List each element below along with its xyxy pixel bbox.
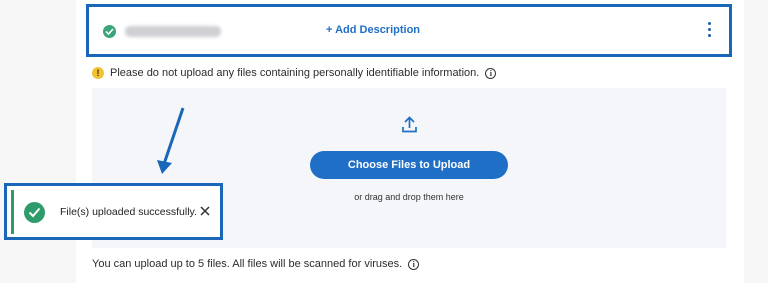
- annotation-arrow-icon: [157, 107, 185, 174]
- add-description-link[interactable]: + Add Description: [326, 24, 420, 36]
- pii-warning: ! Please do not upload any files contain…: [92, 67, 497, 79]
- check-circle-icon: [103, 25, 116, 38]
- choose-files-button[interactable]: Choose Files to Upload: [310, 151, 508, 179]
- close-icon[interactable]: [199, 205, 211, 217]
- warning-icon: !: [92, 67, 104, 79]
- upload-icon: [402, 116, 417, 133]
- info-icon[interactable]: i: [408, 258, 420, 270]
- file-name-redacted: [125, 26, 221, 37]
- info-icon[interactable]: i: [485, 67, 497, 79]
- toast-accent-bar: [11, 190, 14, 234]
- kebab-menu-icon[interactable]: [706, 22, 712, 40]
- pii-warning-text: Please do not upload any files containin…: [110, 67, 480, 79]
- upload-limit-note: You can upload up to 5 files. All files …: [92, 258, 420, 270]
- toast-message: File(s) uploaded successfully.: [60, 206, 197, 218]
- upload-limit-text: You can upload up to 5 files. All files …: [92, 258, 403, 270]
- uploaded-file-row: + Add Description: [86, 4, 732, 57]
- upload-success-toast: File(s) uploaded successfully.: [4, 183, 223, 240]
- check-circle-icon: [24, 202, 45, 223]
